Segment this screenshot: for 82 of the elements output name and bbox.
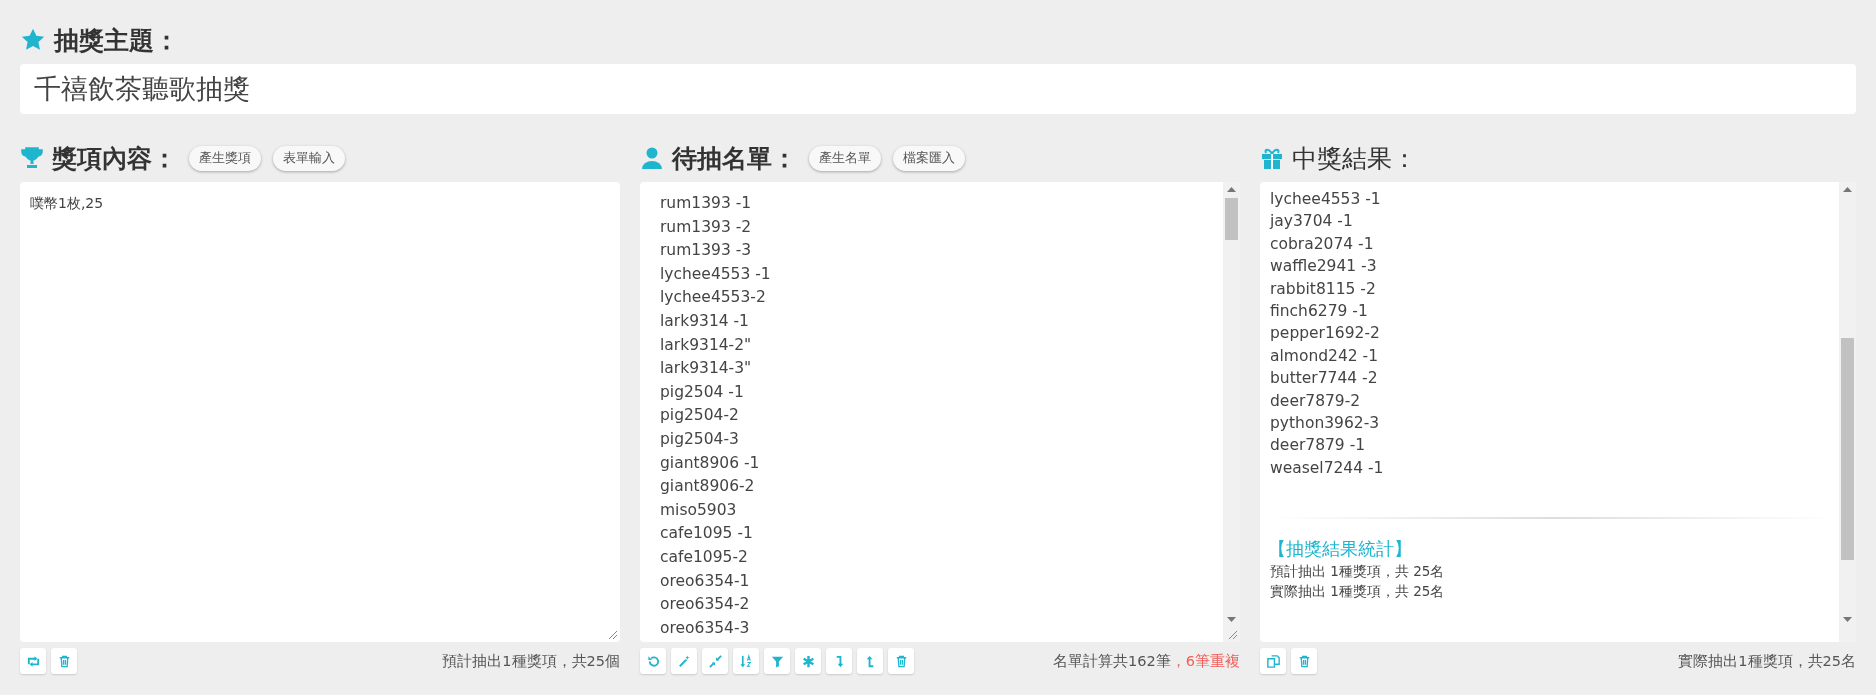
action-button[interactable]: 表單輸入 [273, 145, 345, 171]
section-heading: 獎項內容： [52, 142, 177, 175]
retweet-button[interactable] [20, 648, 46, 674]
winner-line: butter7744 -2 [1270, 368, 1379, 390]
candidate-line: lark9314 -1 [660, 310, 750, 332]
candidate-line: lychee4553 -1 [660, 263, 772, 285]
candidate-line: oreo6354-3 [660, 617, 751, 639]
undo-icon [645, 653, 661, 669]
scrollbar-thumb[interactable] [1225, 198, 1238, 240]
trash-button[interactable] [1291, 648, 1317, 674]
candidate-line: oreo6354-1 [660, 570, 751, 592]
section-heading: 抽獎主題： [54, 24, 179, 57]
winner-line: weasel7244 -1 [1270, 457, 1385, 479]
trash-button[interactable] [51, 648, 77, 674]
action-button[interactable]: 檔案匯入 [893, 145, 965, 171]
scroll-down-icon [1227, 617, 1236, 622]
asterisk-icon [800, 653, 816, 669]
action-button[interactable]: 產生獎項 [189, 145, 261, 171]
winner-line: python3962-3 [1270, 413, 1381, 435]
winner-line: jay3704 -1 [1270, 211, 1354, 233]
magic-wand-icon [676, 653, 692, 669]
winner-line: finch6279 -1 [1270, 301, 1369, 323]
undo-button[interactable] [640, 648, 666, 674]
sort-button[interactable] [733, 648, 759, 674]
winner-line: cobra2074 -1 [1270, 233, 1375, 255]
summary-title: 【抽獎結果統計】 [1267, 537, 1413, 562]
candidate-line: lark9314-3" [660, 358, 753, 380]
candidate-line: rum1393 -1 [660, 193, 753, 214]
arrow-up-button[interactable] [857, 648, 883, 674]
candidate-line: cafe1095 -1 [660, 523, 754, 545]
title-field[interactable]: 千禧飲茶聽歌抽獎 [20, 64, 1856, 114]
gift-icon [1260, 146, 1284, 170]
compress-icon [707, 653, 723, 669]
winner-line: deer7879-2 [1270, 390, 1362, 412]
sort-icon [738, 653, 754, 669]
candidate-line: pig2504-3 [660, 428, 740, 450]
winner-line: lychee4553 -1 [1270, 189, 1382, 210]
prize-textarea[interactable]: 噗幣1枚,25 [20, 182, 620, 642]
copy-button[interactable] [1260, 648, 1286, 674]
summary-line: 實際抽出 1種獎項，共 25名 [1269, 582, 1446, 602]
section-heading: 待抽名單： [672, 142, 797, 175]
scroll-down-icon [1843, 617, 1852, 622]
candidate-line: pig2504 -1 [660, 381, 745, 403]
summary-line: 預計抽出 1種獎項，共 25名 [1269, 562, 1446, 582]
magic-wand-button[interactable] [671, 648, 697, 674]
candidate-line: miso5903 [660, 499, 738, 521]
winner-line: rabbit8115 -2 [1270, 278, 1377, 300]
candidate-line: cafe1095-2 [660, 546, 749, 568]
winner-line: deer7879 -1 [1270, 435, 1367, 457]
winner-line: waffle2941 -3 [1270, 256, 1378, 278]
star-icon [20, 27, 46, 53]
candidate-line: lychee4553-2 [660, 287, 767, 309]
user-icon [640, 146, 664, 170]
candidate-line: oreo6354-2 [660, 594, 751, 616]
candidate-line: giant8906-2 [660, 476, 756, 498]
retweet-icon [25, 653, 41, 669]
scrollbar-thumb[interactable] [1841, 338, 1854, 560]
trophy-icon [20, 146, 44, 170]
asterisk-button[interactable] [795, 648, 821, 674]
winner-line: almond242 -1 [1270, 345, 1379, 367]
scroll-up-icon [1843, 187, 1852, 192]
resize-grip-icon[interactable] [1228, 630, 1238, 640]
copy-icon [1265, 653, 1281, 669]
section-heading: 中獎結果： [1292, 142, 1417, 175]
candidate-count: 名單計算共162筆，6筆重複 [1053, 651, 1240, 671]
candidate-line: pig2504-2 [660, 405, 740, 427]
scroll-up-icon [1227, 187, 1236, 192]
prize-summary: 預計抽出1種獎項，共25個 [442, 651, 620, 671]
candidate-line: lark9314-2" [660, 334, 753, 356]
result-summary: 實際抽出1種獎項，共25名 [1678, 651, 1856, 671]
arrow-down-button[interactable] [826, 648, 852, 674]
trash-button[interactable] [888, 648, 914, 674]
candidate-line: rum1393 -2 [660, 216, 753, 238]
candidate-textarea[interactable] [640, 182, 1240, 642]
compress-button[interactable] [702, 648, 728, 674]
candidate-line: rum1393 -3 [660, 240, 753, 262]
candidate-line: giant8906 -1 [660, 452, 761, 474]
resize-grip-icon[interactable] [608, 630, 618, 640]
filter-button[interactable] [764, 648, 790, 674]
winner-line: pepper1692-2 [1270, 323, 1381, 345]
prize-line: 噗幣1枚,25 [30, 194, 105, 213]
action-button[interactable]: 產生名單 [809, 145, 881, 171]
